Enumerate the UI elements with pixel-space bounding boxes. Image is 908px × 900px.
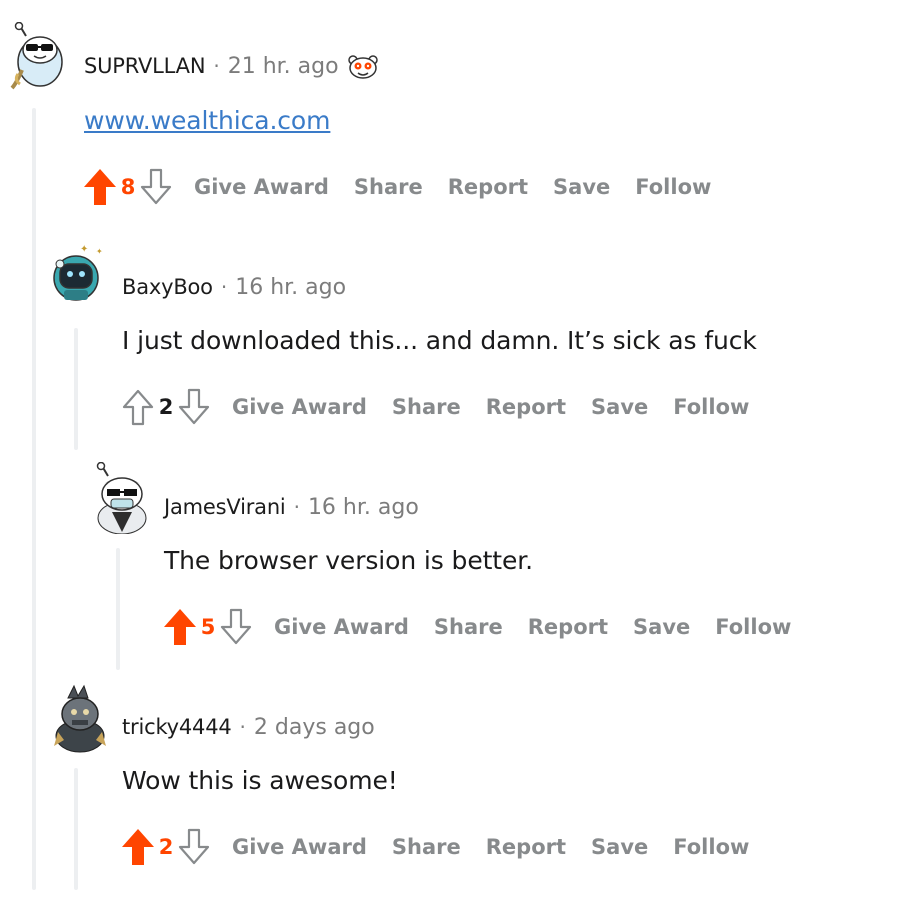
- upvote-button[interactable]: [118, 825, 158, 869]
- thread-line[interactable]: [74, 328, 78, 450]
- svg-text:✦: ✦: [96, 247, 103, 256]
- author-name[interactable]: tricky4444: [122, 715, 232, 739]
- avatar[interactable]: [50, 682, 110, 753]
- comment-body: I just downloaded this... and damn. It’s…: [122, 326, 757, 355]
- comment-link[interactable]: www.wealthica.com: [84, 106, 330, 135]
- share-button[interactable]: Share: [434, 615, 503, 639]
- downvote-button[interactable]: [216, 605, 256, 649]
- thread-line[interactable]: [74, 768, 78, 890]
- give-award-button[interactable]: Give Award: [232, 835, 367, 859]
- give-award-button[interactable]: Give Award: [232, 395, 367, 419]
- comment-actions: 8 Give Award Share Report Save Follow: [80, 165, 711, 209]
- comment-header: SUPRVLLAN · 21 hr. ago: [84, 49, 381, 83]
- snoo-award-icon[interactable]: [345, 50, 381, 82]
- upvote-arrow-icon: [164, 609, 196, 645]
- upvote-button[interactable]: [118, 385, 158, 429]
- upvote-arrow-icon: [122, 829, 154, 865]
- timestamp[interactable]: 16 hr. ago: [235, 275, 346, 300]
- separator-dot: ·: [220, 275, 228, 299]
- follow-button[interactable]: Follow: [715, 615, 791, 639]
- timestamp[interactable]: 16 hr. ago: [308, 495, 419, 520]
- upvote-button[interactable]: [80, 165, 120, 209]
- vote-score: 2: [158, 835, 174, 859]
- downvote-arrow-icon: [140, 168, 172, 205]
- share-button[interactable]: Share: [392, 395, 461, 419]
- upvote-arrow-icon: [84, 169, 116, 205]
- separator-dot: ·: [293, 495, 300, 519]
- comment-header: BaxyBoo · 16 hr. ago: [122, 270, 346, 304]
- author-name[interactable]: BaxyBoo: [122, 275, 213, 299]
- vote-score: 2: [158, 395, 174, 419]
- report-button[interactable]: Report: [528, 615, 608, 639]
- separator-dot: ·: [213, 54, 220, 78]
- svg-text:✦: ✦: [80, 244, 88, 255]
- timestamp[interactable]: 2 days ago: [254, 715, 375, 740]
- comment-header: JamesVirani · 16 hr. ago: [164, 490, 419, 524]
- follow-button[interactable]: Follow: [673, 395, 749, 419]
- comment-body: The browser version is better.: [164, 546, 534, 575]
- give-award-button[interactable]: Give Award: [194, 175, 329, 199]
- vote-score: 8: [120, 175, 136, 199]
- comment-body: Wow this is awesome!: [122, 766, 398, 795]
- thread-line[interactable]: [32, 108, 36, 890]
- follow-button[interactable]: Follow: [673, 835, 749, 859]
- author-name[interactable]: SUPRVLLAN: [84, 54, 206, 78]
- downvote-button[interactable]: [174, 825, 214, 869]
- report-button[interactable]: Report: [448, 175, 528, 199]
- save-button[interactable]: Save: [591, 395, 648, 419]
- downvote-arrow-icon: [178, 828, 210, 865]
- save-button[interactable]: Save: [591, 835, 648, 859]
- vote-score: 5: [200, 615, 216, 639]
- comment-actions: 2 Give Award Share Report Save Follow: [118, 825, 749, 869]
- author-name[interactable]: JamesVirani: [164, 495, 286, 519]
- downvote-arrow-icon: [178, 388, 210, 425]
- avatar[interactable]: ✦ ✦: [50, 242, 110, 302]
- separator-dot: ·: [239, 715, 246, 739]
- comment-actions: 5 Give Award Share Report Save Follow: [160, 605, 791, 649]
- give-award-button[interactable]: Give Award: [274, 615, 409, 639]
- avatar[interactable]: [92, 461, 152, 535]
- report-button[interactable]: Report: [486, 395, 566, 419]
- timestamp[interactable]: 21 hr. ago: [228, 54, 339, 79]
- upvote-button[interactable]: [160, 605, 200, 649]
- save-button[interactable]: Save: [553, 175, 610, 199]
- downvote-button[interactable]: [136, 165, 176, 209]
- report-button[interactable]: Report: [486, 835, 566, 859]
- avatar[interactable]: [8, 21, 68, 90]
- share-button[interactable]: Share: [354, 175, 423, 199]
- comment-header: tricky4444 · 2 days ago: [122, 710, 375, 744]
- upvote-arrow-icon: [122, 389, 154, 426]
- comment-actions: 2 Give Award Share Report Save Follow: [118, 385, 749, 429]
- downvote-button[interactable]: [174, 385, 214, 429]
- share-button[interactable]: Share: [392, 835, 461, 859]
- thread-line[interactable]: [116, 548, 120, 670]
- follow-button[interactable]: Follow: [635, 175, 711, 199]
- save-button[interactable]: Save: [633, 615, 690, 639]
- comment-body: www.wealthica.com: [84, 106, 330, 135]
- downvote-arrow-icon: [220, 608, 252, 645]
